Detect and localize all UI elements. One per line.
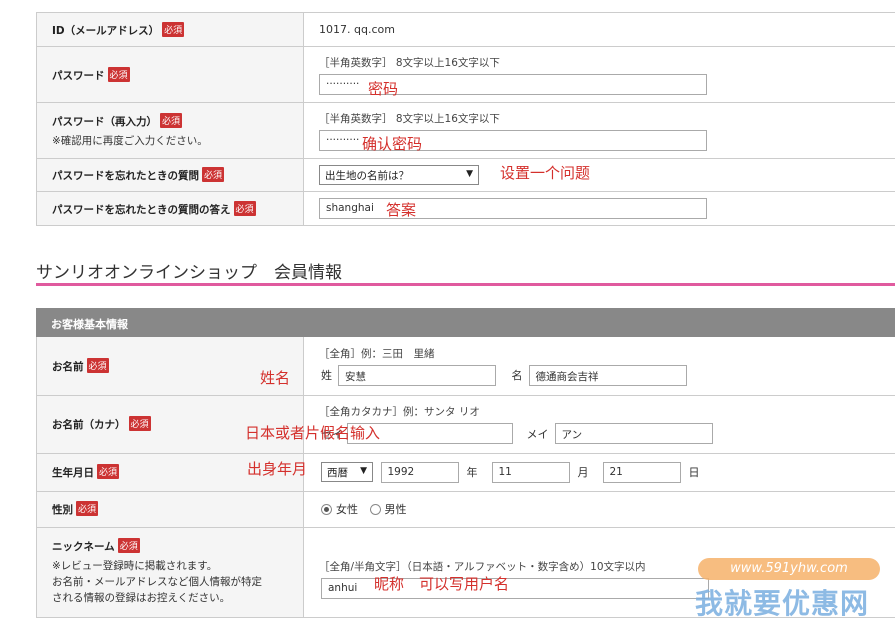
section-divider [36, 283, 895, 286]
required-badge: 必須 [202, 167, 225, 182]
name-annotation: 姓名 [260, 369, 291, 387]
required-badge: 必須 [86, 357, 109, 373]
required-badge: 必須 [76, 501, 99, 516]
password-confirm-hint: ［半角英数字］ 8文字以上16文字以下 [319, 112, 500, 125]
sei-label: 姓 [321, 369, 332, 383]
required-badge: 必須 [233, 200, 256, 216]
gender-female-label: 女性 [336, 503, 358, 516]
year-unit: 年 [466, 466, 478, 479]
watermark-url: www.591yhw.com [698, 558, 880, 580]
birthdate-annotation: 出身年月 [247, 460, 308, 478]
password-confirm-annotation: 确认密码 [362, 135, 423, 153]
required-badge: 必須 [128, 416, 151, 431]
era-select[interactable]: 西暦 ▼ [321, 462, 373, 482]
security-question-select[interactable]: 出生地の名前は？ ▼ [319, 165, 479, 185]
id-label: ID（メールアドレス） 必須 [36, 12, 304, 47]
birth-month-input[interactable]: 11 [491, 461, 570, 483]
first-name-kana-input[interactable]: アン [554, 423, 713, 444]
chevron-down-icon: ▼ [466, 169, 473, 179]
security-answer-label: パスワードを忘れたときの質問の答え 必須 [36, 191, 304, 226]
mei-kana-label: メイ [526, 427, 549, 441]
required-badge: 必須 [107, 66, 130, 82]
last-name-input[interactable]: 安慧 [338, 364, 496, 386]
security-question-label: パスワードを忘れたときの質問 必須 [36, 158, 304, 192]
id-value: 1017. qq.com [303, 12, 895, 47]
nickname-note-3: される情報の登録はお控えください。 [52, 591, 231, 604]
mei-label: 名 [511, 369, 523, 383]
gender-label: 性別 必須 [36, 491, 304, 528]
name-hint: ［全角］例：三田 里緒 [319, 347, 435, 360]
section-title: サンリオオンラインショップ 会員情報 [36, 263, 342, 283]
account-form-table: ID（メールアドレス） 必須 1017. qq.com パスワード 必須 ［半角英数… [36, 12, 895, 226]
day-unit: 日 [688, 466, 700, 479]
nickname-label: ニックネーム 必須 ※レビュー登録時に掲載されます。 お名前・メールアドレスなど個… [36, 527, 304, 618]
security-answer-annotation: 答案 [386, 201, 417, 219]
gender-male-radio[interactable] [369, 503, 381, 515]
password-confirm-label: パスワード（再入力） 必須 ※確認用に再度ご入力ください。 [36, 102, 304, 159]
security-question-annotation: 设置一个问题 [500, 164, 591, 182]
gender-female-radio[interactable] [321, 503, 332, 515]
first-name-input[interactable]: 德通商会吉祥 [528, 364, 687, 386]
birth-year-input[interactable]: 1992 [380, 461, 459, 483]
month-unit: 月 [577, 466, 589, 479]
required-badge: 必須 [97, 464, 120, 479]
security-answer-input[interactable]: shanghai [319, 198, 707, 219]
watermark-text: 我就要优惠网 [695, 587, 870, 620]
kana-annotation: 日本或者片假名输入 [245, 424, 381, 442]
nickname-annotation: 昵称 可以写用户名 [374, 575, 510, 593]
email-value: 1017. qq.com [319, 23, 395, 36]
password-label: パスワード 必須 [36, 46, 304, 103]
nickname-note-1: ※レビュー登録時に掲載されます。 [52, 559, 218, 572]
password-annotation: 密码 [368, 80, 399, 98]
chevron-down-icon: ▼ [360, 466, 367, 476]
required-badge: 必須 [160, 112, 183, 128]
nickname-note-2: お名前・メールアドレスなど個人情報が特定 [52, 575, 262, 588]
birth-day-input[interactable]: 21 [602, 461, 681, 483]
gender-male-label: 男性 [384, 503, 407, 516]
subheading-bar: お客様基本情報 [36, 308, 895, 337]
kana-hint: ［全角カタカナ］例：サンタ リオ [319, 406, 480, 418]
required-badge: 必須 [117, 537, 140, 553]
password-confirm-note: ※確認用に再度ご入力ください。 [52, 134, 208, 147]
password-hint: ［半角英数字］ 8文字以上16文字以下 [319, 56, 500, 69]
required-badge: 必須 [162, 21, 185, 37]
